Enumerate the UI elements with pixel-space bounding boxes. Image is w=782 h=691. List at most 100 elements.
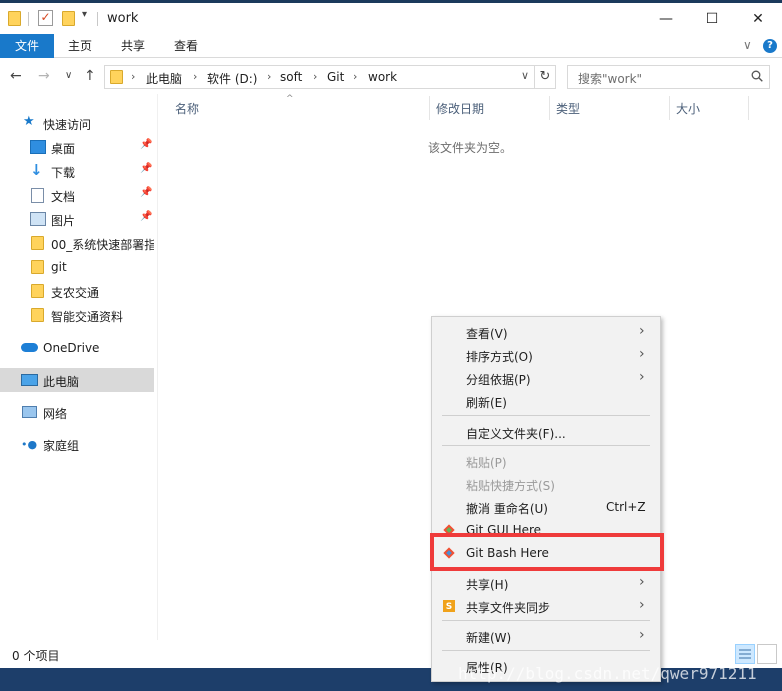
menu-item-view[interactable]: 查看(V) › (432, 321, 660, 343)
help-icon[interactable]: ? (763, 39, 777, 53)
column-header-date-modified[interactable]: 修改日期 (436, 100, 484, 120)
column-header-name[interactable]: 名称 (175, 100, 199, 120)
navigation-pane: ★ 快速访问 桌面 📌 ↓ 下载 📌 文档 📌 图片 📌 00_系统快速部署指 (0, 94, 157, 640)
close-button[interactable]: ✕ (744, 8, 772, 30)
search-icon[interactable] (751, 70, 763, 82)
pin-icon[interactable]: 📌 (140, 163, 152, 174)
nav-item-folder-git[interactable]: git (0, 255, 154, 279)
menu-item-customize-folder[interactable]: 自定义文件夹(F)... (432, 421, 660, 443)
breadcrumb-this-pc[interactable]: 此电脑 (146, 70, 182, 87)
nav-network[interactable]: 网络 (0, 400, 154, 424)
network-icon (22, 406, 37, 418)
folder-icon (31, 284, 44, 298)
nav-this-pc-label: 此电脑 (43, 375, 80, 389)
folder-icon (31, 260, 44, 274)
search-input[interactable]: 搜索"work" (567, 65, 770, 89)
nav-quick-access[interactable]: ★ 快速访问 (0, 111, 154, 135)
tab-view[interactable]: 查看 (166, 34, 206, 58)
nav-homegroup[interactable]: •● 家庭组 (0, 432, 154, 456)
nav-item-label: 支农交通 (51, 286, 100, 300)
up-arrow-icon[interactable]: ↑ (84, 68, 96, 84)
large-icons-view-icon[interactable] (757, 644, 777, 664)
tab-share[interactable]: 共享 (113, 34, 153, 58)
details-view-icon[interactable] (735, 644, 755, 664)
column-header-size[interactable]: 大小 (676, 100, 700, 120)
menu-item-label: 新建(W) (466, 631, 512, 645)
nav-item-desktop[interactable]: 桌面 📌 (0, 135, 154, 159)
menu-item-share[interactable]: 共享(H) › (432, 572, 660, 594)
column-separator[interactable] (748, 96, 749, 120)
maximize-button[interactable]: ☐ (698, 8, 726, 30)
pin-icon[interactable]: 📌 (140, 139, 152, 150)
picture-icon (30, 212, 46, 226)
pin-icon[interactable]: 📌 (140, 187, 152, 198)
menu-item-group-by[interactable]: 分组依据(P) › (432, 367, 660, 389)
pane-divider[interactable] (157, 94, 158, 640)
tab-file[interactable]: 文件 (0, 34, 54, 58)
menu-item-label: 共享(H) (466, 578, 509, 592)
nav-item-documents[interactable]: 文档 📌 (0, 183, 154, 207)
tab-home[interactable]: 主页 (60, 34, 100, 58)
breadcrumb-chevron-icon[interactable]: › (353, 70, 357, 83)
breadcrumb-chevron-icon[interactable]: › (267, 70, 271, 83)
nav-item-folder-transport[interactable]: 支农交通 (0, 279, 154, 303)
breadcrumb-drive-d[interactable]: 软件 (D:) (207, 70, 257, 87)
back-arrow-icon[interactable]: ← (10, 68, 22, 84)
column-separator[interactable] (549, 96, 550, 120)
nav-item-pictures[interactable]: 图片 📌 (0, 207, 154, 231)
recent-locations-icon[interactable]: ∨ (65, 70, 72, 81)
ribbon-tabs: 文件 主页 共享 查看 ∨ ? (0, 34, 782, 58)
menu-item-label: 自定义文件夹(F)... (466, 427, 566, 441)
breadcrumb-work[interactable]: work (368, 70, 397, 84)
menu-item-new[interactable]: 新建(W) › (432, 625, 660, 647)
address-dropdown-icon[interactable]: ∨ (521, 69, 529, 82)
submenu-arrow-icon: › (639, 627, 645, 643)
empty-folder-message: 该文件夹为空。 (428, 141, 513, 155)
refresh-button[interactable]: ↻ (535, 65, 556, 89)
menu-item-refresh[interactable]: 刷新(E) (432, 390, 660, 412)
menu-item-label: 粘贴快捷方式(S) (466, 479, 555, 493)
column-separator[interactable] (429, 96, 430, 120)
forward-arrow-icon[interactable]: → (38, 68, 50, 84)
desktop-icon (30, 140, 46, 154)
submenu-arrow-icon: › (639, 323, 645, 339)
nav-quick-access-label: 快速访问 (43, 118, 92, 132)
nav-homegroup-label: 家庭组 (43, 439, 80, 453)
column-separator[interactable] (669, 96, 670, 120)
nav-onedrive-label: OneDrive (43, 341, 100, 355)
breadcrumb-git[interactable]: Git (327, 70, 344, 84)
nav-item-downloads[interactable]: ↓ 下载 📌 (0, 159, 154, 183)
sort-ascending-icon: ^ (286, 94, 294, 104)
nav-item-folder-its[interactable]: 智能交通资料 (0, 303, 154, 327)
nav-item-folder-00[interactable]: 00_系统快速部署指 (0, 231, 154, 255)
sync-icon: S (443, 600, 455, 612)
homegroup-icon: •● (21, 438, 38, 451)
new-folder-icon[interactable] (62, 11, 75, 26)
breadcrumb-chevron-icon[interactable]: › (131, 70, 135, 83)
address-bar[interactable]: › 此电脑 › 软件 (D:) › soft › Git › work ∨ (104, 65, 535, 89)
minimize-button[interactable]: — (652, 8, 680, 30)
toolbar-separator (97, 12, 98, 26)
menu-item-undo-rename[interactable]: 撤消 重命名(U) Ctrl+Z (432, 496, 660, 518)
nav-onedrive[interactable]: OneDrive (0, 336, 154, 360)
nav-network-label: 网络 (43, 407, 68, 421)
breadcrumb-chevron-icon[interactable]: › (193, 70, 197, 83)
menu-item-label: 排序方式(O) (466, 350, 533, 364)
pin-icon[interactable]: 📌 (140, 211, 152, 222)
breadcrumb-soft[interactable]: soft (280, 70, 302, 84)
menu-item-label: 刷新(E) (466, 396, 507, 410)
quick-access-dropdown-icon[interactable]: ▾ (82, 9, 87, 20)
column-header-type[interactable]: 类型 (556, 100, 580, 120)
breadcrumb-chevron-icon[interactable]: › (313, 70, 317, 83)
menu-item-shortcut: Ctrl+Z (606, 500, 646, 514)
menu-item-sort-by[interactable]: 排序方式(O) › (432, 344, 660, 366)
computer-icon (21, 374, 38, 386)
menu-item-shared-folder-sync[interactable]: S 共享文件夹同步 › (432, 595, 660, 617)
menu-item-label: 粘贴(P) (466, 456, 507, 470)
properties-checkbox-icon[interactable]: ✓ (38, 10, 53, 26)
nav-item-label: 图片 (51, 214, 76, 228)
window-title: work (107, 11, 139, 26)
item-count: 0 个项目 (12, 649, 60, 663)
nav-this-pc[interactable]: 此电脑 (0, 368, 154, 392)
expand-ribbon-icon[interactable]: ∨ (743, 38, 752, 52)
